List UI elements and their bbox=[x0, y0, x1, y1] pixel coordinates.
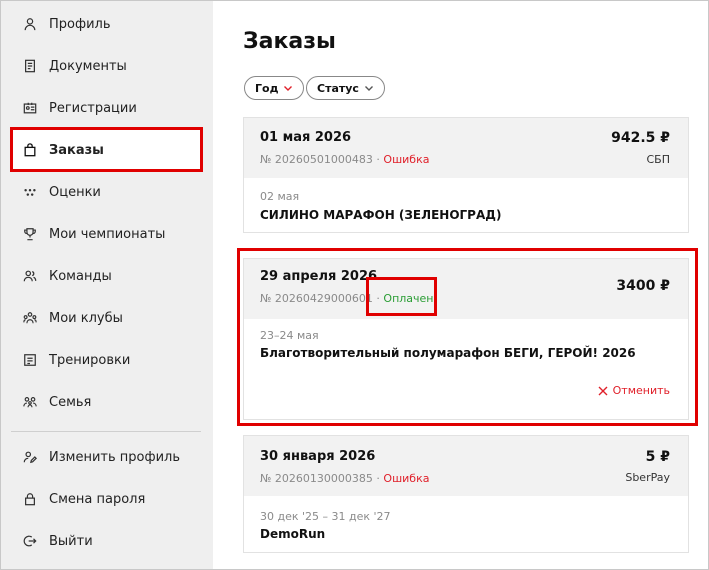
payment-method: SberPay bbox=[625, 471, 670, 484]
page-title: Заказы bbox=[243, 29, 336, 54]
order-card[interactable]: 30 января 2026 5 ₽ № 20260130000385 · Ош… bbox=[243, 435, 689, 553]
sidebar-item-label: Смена пароля bbox=[49, 491, 146, 507]
meta-separator: · bbox=[376, 472, 380, 485]
dots-icon bbox=[21, 183, 39, 201]
cancel-label: Отменить bbox=[612, 384, 670, 397]
order-meta: № 20260501000483 · Ошибка bbox=[260, 153, 429, 166]
order-amount: 3400 ₽ bbox=[616, 278, 670, 294]
filter-year-label: Год bbox=[255, 81, 279, 95]
team-icon bbox=[21, 267, 39, 285]
event-name: Благотворительный полумарафон БЕГИ, ГЕРО… bbox=[260, 346, 636, 360]
sidebar-item-label: Оценки bbox=[49, 184, 101, 200]
shopping-bag-icon bbox=[21, 141, 39, 159]
sidebar-item-label: Регистрации bbox=[49, 100, 137, 116]
sidebar-item-label: Семья bbox=[49, 394, 92, 410]
clubs-icon bbox=[21, 309, 39, 327]
chevron-down-icon bbox=[284, 86, 293, 91]
sidebar-item-label: Тренировки bbox=[49, 352, 131, 368]
user-icon bbox=[21, 15, 39, 33]
filter-year[interactable]: Год bbox=[244, 76, 305, 100]
sidebar-item-teams[interactable]: Команды bbox=[11, 255, 203, 297]
order-date: 29 апреля 2026 bbox=[260, 269, 378, 284]
order-number: № 20260429000601 bbox=[260, 292, 373, 305]
order-meta: № 20260429000601 · Оплачен bbox=[260, 292, 434, 305]
sidebar-item-label: Выйти bbox=[49, 533, 93, 549]
sidebar-divider bbox=[11, 431, 201, 432]
order-card[interactable]: 29 апреля 2026 3400 ₽ № 20260429000601 ·… bbox=[243, 258, 689, 420]
close-icon bbox=[598, 386, 608, 395]
event-name: СИЛИНО МАРАФОН (ЗЕЛЕНОГРАД) bbox=[260, 208, 502, 222]
sidebar-item-label: Изменить профиль bbox=[49, 449, 180, 465]
sidebar-item-registrations[interactable]: Регистрации bbox=[11, 87, 203, 129]
order-meta: № 20260130000385 · Ошибка bbox=[260, 472, 429, 485]
sidebar-item-orders[interactable]: Заказы bbox=[11, 129, 203, 171]
filter-status-label: Статус bbox=[317, 81, 359, 95]
order-number: № 20260501000483 bbox=[260, 153, 373, 166]
payment-method: СБП bbox=[646, 153, 671, 166]
sidebar-item-documents[interactable]: Документы bbox=[11, 45, 203, 87]
event-date: 30 дек '25 – 31 дек '27 bbox=[260, 510, 391, 523]
sidebar: Профиль Документы Регистрации Заказы Оце… bbox=[1, 1, 213, 569]
sidebar-item-edit-profile[interactable]: Изменить профиль bbox=[11, 436, 203, 478]
order-amount: 5 ₽ bbox=[645, 449, 670, 465]
family-icon bbox=[21, 393, 39, 411]
order-status: Ошибка bbox=[383, 472, 430, 485]
meta-separator: · bbox=[376, 292, 380, 305]
event-date: 02 мая bbox=[260, 190, 300, 203]
sidebar-item-label: Мои чемпионаты bbox=[49, 226, 166, 242]
edit-profile-icon bbox=[21, 448, 39, 466]
order-card-header: 30 января 2026 5 ₽ № 20260130000385 · Ош… bbox=[244, 436, 688, 496]
sidebar-item-label: Мои клубы bbox=[49, 310, 123, 326]
sidebar-item-profile[interactable]: Профиль bbox=[11, 3, 203, 45]
sidebar-item-logout[interactable]: Выйти bbox=[11, 520, 203, 562]
cancel-order-button[interactable]: Отменить bbox=[598, 384, 670, 397]
order-card-header: 01 мая 2026 942.5 ₽ № 20260501000483 · О… bbox=[244, 118, 688, 178]
logout-icon bbox=[21, 532, 39, 550]
sidebar-item-ratings[interactable]: Оценки bbox=[11, 171, 203, 213]
training-icon bbox=[21, 351, 39, 369]
sidebar-item-label: Заказы bbox=[49, 142, 104, 158]
sidebar-item-clubs[interactable]: Мои клубы bbox=[11, 297, 203, 339]
order-number: № 20260130000385 bbox=[260, 472, 373, 485]
meta-separator: · bbox=[376, 153, 380, 166]
sidebar-item-change-password[interactable]: Смена пароля bbox=[11, 478, 203, 520]
sidebar-item-label: Профиль bbox=[49, 16, 111, 32]
trophy-icon bbox=[21, 225, 39, 243]
order-card[interactable]: 01 мая 2026 942.5 ₽ № 20260501000483 · О… bbox=[243, 117, 689, 233]
orders-page: Заказы Год Статус 01 мая 2026 942.5 ₽ № … bbox=[213, 1, 707, 569]
event-date: 23–24 мая bbox=[260, 329, 319, 342]
event-name: DemoRun bbox=[260, 527, 326, 541]
sidebar-item-label: Команды bbox=[49, 268, 112, 284]
id-card-icon bbox=[21, 99, 39, 117]
sidebar-item-family[interactable]: Семья bbox=[11, 381, 203, 423]
filter-status[interactable]: Статус bbox=[306, 76, 385, 100]
chevron-down-icon bbox=[364, 86, 373, 91]
order-date: 30 января 2026 bbox=[260, 449, 376, 464]
order-amount: 942.5 ₽ bbox=[611, 130, 670, 146]
sidebar-item-label: Документы bbox=[49, 58, 127, 74]
lock-icon bbox=[21, 490, 39, 508]
sidebar-item-championships[interactable]: Мои чемпионаты bbox=[11, 213, 203, 255]
order-status: Оплачен bbox=[383, 292, 434, 305]
order-date: 01 мая 2026 bbox=[260, 130, 352, 145]
order-card-header: 29 апреля 2026 3400 ₽ № 20260429000601 ·… bbox=[244, 259, 688, 319]
document-icon bbox=[21, 57, 39, 75]
sidebar-item-trainings[interactable]: Тренировки bbox=[11, 339, 203, 381]
order-status: Ошибка bbox=[383, 153, 430, 166]
